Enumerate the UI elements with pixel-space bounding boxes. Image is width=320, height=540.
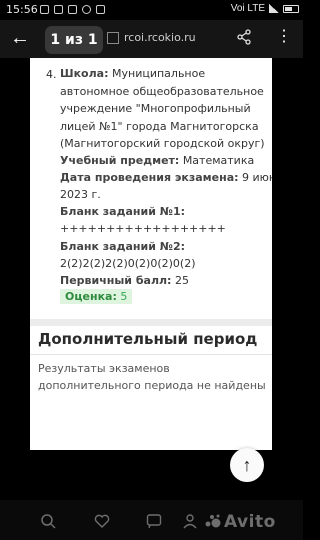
search-icon[interactable] bbox=[40, 513, 56, 529]
status-time: 15:56 bbox=[6, 3, 38, 16]
more-options-icon[interactable]: ⋮ bbox=[276, 27, 292, 47]
notification-icon bbox=[40, 5, 49, 14]
blank1-value: ++++++++++++++++++ bbox=[60, 222, 226, 235]
blank2-value: 2(2)2(2)2(2)0(2)0(2)0(2) bbox=[60, 257, 196, 270]
date-row: Дата проведения экзамена: 9 июня bbox=[60, 169, 272, 186]
primary-score-label: Первичный балл: bbox=[60, 274, 172, 287]
additional-period-heading: Дополнительный период bbox=[38, 330, 258, 348]
primary-score-row: Первичный балл: 25 bbox=[60, 272, 189, 289]
blank1-label-row: Бланк заданий №1: bbox=[60, 203, 185, 220]
date-value: 9 июня bbox=[242, 171, 272, 184]
document-icon bbox=[107, 32, 119, 44]
grade-label: Оценка: bbox=[65, 290, 117, 303]
grade-value: 5 bbox=[120, 290, 128, 303]
school-label: Школа: bbox=[60, 67, 109, 80]
blank2-label-row: Бланк заданий №2: bbox=[60, 238, 185, 255]
notification-icon bbox=[96, 5, 105, 14]
signal-icon bbox=[269, 4, 279, 13]
avito-watermark: Avito bbox=[224, 512, 276, 532]
school-info: Школа: Муниципальное автономное общеобра… bbox=[60, 65, 272, 153]
section-divider bbox=[30, 319, 272, 326]
primary-score-value: 25 bbox=[174, 274, 189, 287]
blank2-value-row: 2(2)2(2)2(2)0(2)0(2)0(2) bbox=[60, 255, 195, 272]
result-number: 4. bbox=[46, 68, 57, 81]
subject-value: Математика bbox=[182, 154, 255, 167]
grade-badge: Оценка: 5 bbox=[60, 289, 133, 304]
blank1-label: Бланк заданий №1: bbox=[60, 205, 186, 218]
document-page[interactable]: 4. Школа: Муниципальное автономное общео… bbox=[30, 58, 272, 450]
heading-divider bbox=[30, 354, 272, 355]
scroll-to-top-button[interactable]: ↑ bbox=[230, 448, 264, 482]
blank2-label: Бланк заданий №2: bbox=[60, 240, 186, 253]
blank1-value-row: ++++++++++++++++++ bbox=[60, 220, 226, 237]
date-year: 2023 г. bbox=[60, 188, 101, 201]
battery-icon bbox=[283, 4, 299, 13]
page-url[interactable]: rcoi.rcokio.ru bbox=[124, 31, 196, 44]
status-indicators: Voi LTE bbox=[231, 3, 299, 14]
back-arrow-icon[interactable]: ← bbox=[10, 26, 30, 50]
share-icon[interactable] bbox=[236, 29, 252, 45]
status-bar: 15:56 Voi LTE bbox=[0, 0, 303, 20]
messages-icon[interactable] bbox=[146, 513, 162, 529]
notification-icon bbox=[82, 5, 91, 14]
network-label: Voi LTE bbox=[230, 3, 265, 14]
bottom-navigation: Avito bbox=[0, 500, 303, 540]
page-counter: 1 из 1 bbox=[45, 26, 103, 54]
date-row-cont: 2023 г. bbox=[60, 186, 101, 203]
exam-result-card: 4. Школа: Муниципальное автономное общео… bbox=[30, 58, 272, 319]
favorites-icon[interactable] bbox=[94, 513, 110, 529]
additional-period-message: Результаты экзаменов дополнительного пер… bbox=[38, 362, 266, 392]
notification-icon bbox=[54, 5, 63, 14]
subject-label: Учебный предмет: bbox=[60, 154, 180, 167]
additional-period-card: Дополнительный период Результаты экзамен… bbox=[30, 326, 272, 450]
subject-row: Учебный предмет: Математика bbox=[60, 152, 254, 169]
profile-icon[interactable] bbox=[182, 513, 198, 529]
date-label: Дата проведения экзамена: bbox=[60, 171, 239, 184]
notification-icon bbox=[68, 5, 77, 14]
avito-logo-icon bbox=[205, 514, 221, 528]
